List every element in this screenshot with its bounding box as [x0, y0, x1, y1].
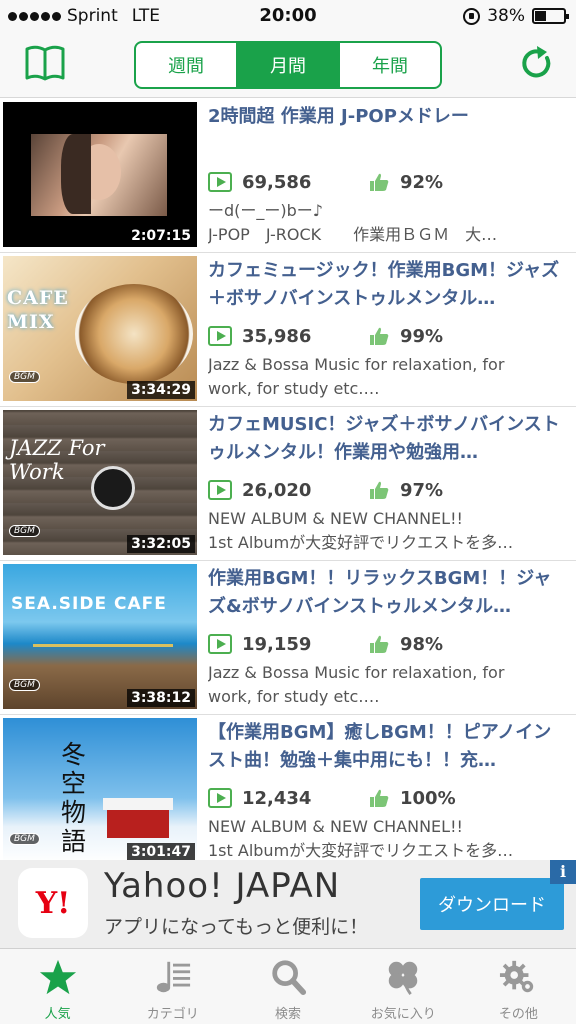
ad-title: Yahoo! JAPAN	[104, 866, 341, 906]
tab-search[interactable]: 検索	[230, 949, 345, 1024]
bgm-tag: BGM	[9, 679, 40, 691]
tab-yearly[interactable]: 年間	[340, 43, 440, 87]
bgm-tag: BGM	[9, 371, 40, 383]
like-rate: 99%	[400, 325, 444, 347]
play-count-icon	[208, 634, 232, 654]
video-description: Jazz & Bossa Music for relaxation, for w…	[208, 355, 505, 398]
tab-label: その他	[498, 1007, 538, 1022]
book-icon[interactable]	[24, 44, 66, 82]
battery-percent: 38%	[487, 6, 525, 26]
tab-bar: 人気 カテゴリ 検索 お気に入り その他	[0, 948, 576, 1024]
gear-icon	[496, 957, 540, 997]
header: 週間 月間 年間	[0, 34, 576, 98]
video-row[interactable]: SEA.SIDE CAFE BGM 3:38:12 作業用BGM！！リラックスB…	[0, 561, 576, 715]
tab-more[interactable]: その他	[461, 949, 576, 1024]
thumbnail-text: JAZZ For Work	[9, 436, 105, 484]
video-title[interactable]: 【作業用BGM】癒しBGM！！ピアノインスト曲！勉強＋集中用にも！！充…	[208, 719, 568, 775]
thumbnail-text: SEA.SIDE CAFE	[11, 594, 167, 614]
video-thumbnail[interactable]: SEA.SIDE CAFE BGM 3:38:12	[3, 564, 197, 709]
clover-icon	[381, 957, 425, 997]
cafe-table	[33, 644, 173, 678]
video-duration: 3:34:29	[127, 381, 195, 399]
video-thumbnail[interactable]: 2:07:15	[3, 102, 197, 247]
thumbnail-text: CAFE MIX	[7, 287, 69, 333]
video-description: NEW ALBUM & NEW CHANNEL!! 1st Albumが大変好評…	[208, 509, 514, 552]
yahoo-logo: Y!	[18, 868, 88, 938]
play-count-icon	[208, 326, 232, 346]
thumbs-up-icon	[370, 173, 389, 191]
view-count: 12,434	[242, 787, 312, 809]
video-title[interactable]: 2時間超 作業用 J-POPメドレー	[208, 103, 568, 159]
music-list-icon	[151, 957, 195, 997]
thumbs-up-icon	[370, 789, 389, 807]
refresh-icon[interactable]	[520, 44, 554, 82]
tab-favorites[interactable]: お気に入り	[346, 949, 461, 1024]
tab-label: 人気	[44, 1007, 71, 1022]
view-count: 69,586	[242, 171, 312, 193]
search-icon	[266, 957, 310, 997]
rotation-lock-icon	[463, 7, 481, 25]
thumbs-up-icon	[370, 481, 389, 499]
tab-weekly[interactable]: 週間	[136, 43, 238, 87]
view-count: 35,986	[242, 325, 312, 347]
play-count-icon	[208, 788, 232, 808]
period-segmented-control: 週間 月間 年間	[134, 41, 442, 89]
tab-popular[interactable]: 人気	[0, 949, 115, 1024]
video-duration: 2:07:15	[127, 227, 195, 245]
ad-subtitle: アプリになってもっと便利に！	[104, 916, 369, 938]
ad-info-icon[interactable]: i	[550, 860, 576, 884]
like-rate: 98%	[400, 633, 444, 655]
tab-label: カテゴリ	[146, 1007, 199, 1022]
video-row[interactable]: 2:07:15 2時間超 作業用 J-POPメドレー 69,586 92% ーd…	[0, 99, 576, 253]
thumbs-up-icon	[370, 635, 389, 653]
status-bar: Sprint LTE 20:00 38%	[0, 0, 576, 34]
thumbnail-text: 冬空物語	[61, 740, 87, 856]
video-row[interactable]: JAZZ For Work BGM 3:32:05 カフェMUSIC！ジャズ＋ボ…	[0, 407, 576, 561]
view-count: 19,159	[242, 633, 312, 655]
like-rate: 97%	[400, 479, 444, 501]
video-title[interactable]: 作業用BGM！！リラックスBGM！！ジャズ&ボサノバインストゥルメンタル…	[208, 565, 568, 621]
video-row[interactable]: 冬空物語 BGM 3:01:47 【作業用BGM】癒しBGM！！ピアノインスト曲…	[0, 715, 576, 869]
latte-cup	[75, 284, 193, 384]
ad-download-button[interactable]: ダウンロード	[420, 878, 564, 930]
video-row[interactable]: CAFE MIX BGM 3:34:29 カフェミュージック！作業用BGM！ジャ…	[0, 253, 576, 407]
tab-label: お気に入り	[370, 1007, 436, 1022]
like-rate: 92%	[400, 171, 444, 193]
video-description: Jazz & Bossa Music for relaxation, for w…	[208, 663, 505, 706]
star-icon	[36, 957, 80, 997]
video-duration: 3:38:12	[127, 689, 195, 707]
thumbs-up-icon	[370, 327, 389, 345]
bgm-tag: BGM	[9, 525, 40, 537]
video-description: ーd(ー_ー)bー♪ J-POP J-ROCK 作業用ＢＧＭ 大…	[208, 201, 498, 244]
red-barn	[107, 808, 169, 838]
tab-category[interactable]: カテゴリ	[115, 949, 230, 1024]
video-title[interactable]: カフェMUSIC！ジャズ＋ボサノバインストゥルメンタル！作業用や勉強用…	[208, 411, 568, 467]
tab-label: 検索	[275, 1007, 302, 1022]
tab-monthly[interactable]: 月間	[238, 43, 340, 87]
play-count-icon	[208, 480, 232, 500]
video-thumbnail[interactable]: 冬空物語 BGM 3:01:47	[3, 718, 197, 863]
video-list: 2:07:15 2時間超 作業用 J-POPメドレー 69,586 92% ーd…	[0, 99, 576, 869]
ad-banner[interactable]: Y! Yahoo! JAPAN アプリになってもっと便利に！ ダウンロード i	[0, 860, 576, 948]
bgm-tag: BGM	[9, 833, 40, 845]
barn-roof	[103, 798, 173, 810]
video-title[interactable]: カフェミュージック！作業用BGM！ジャズ＋ボサノバインストゥルメンタル…	[208, 257, 568, 313]
video-thumbnail[interactable]: CAFE MIX BGM 3:34:29	[3, 256, 197, 401]
thumbnail-photo	[31, 134, 167, 216]
battery-icon	[532, 8, 569, 24]
video-duration: 3:32:05	[127, 535, 195, 553]
play-count-icon	[208, 172, 232, 192]
video-description: NEW ALBUM & NEW CHANNEL!! 1st Albumが大変好評…	[208, 817, 514, 860]
video-thumbnail[interactable]: JAZZ For Work BGM 3:32:05	[3, 410, 197, 555]
video-duration: 3:01:47	[127, 843, 195, 861]
view-count: 26,020	[242, 479, 312, 501]
like-rate: 100%	[400, 787, 456, 809]
